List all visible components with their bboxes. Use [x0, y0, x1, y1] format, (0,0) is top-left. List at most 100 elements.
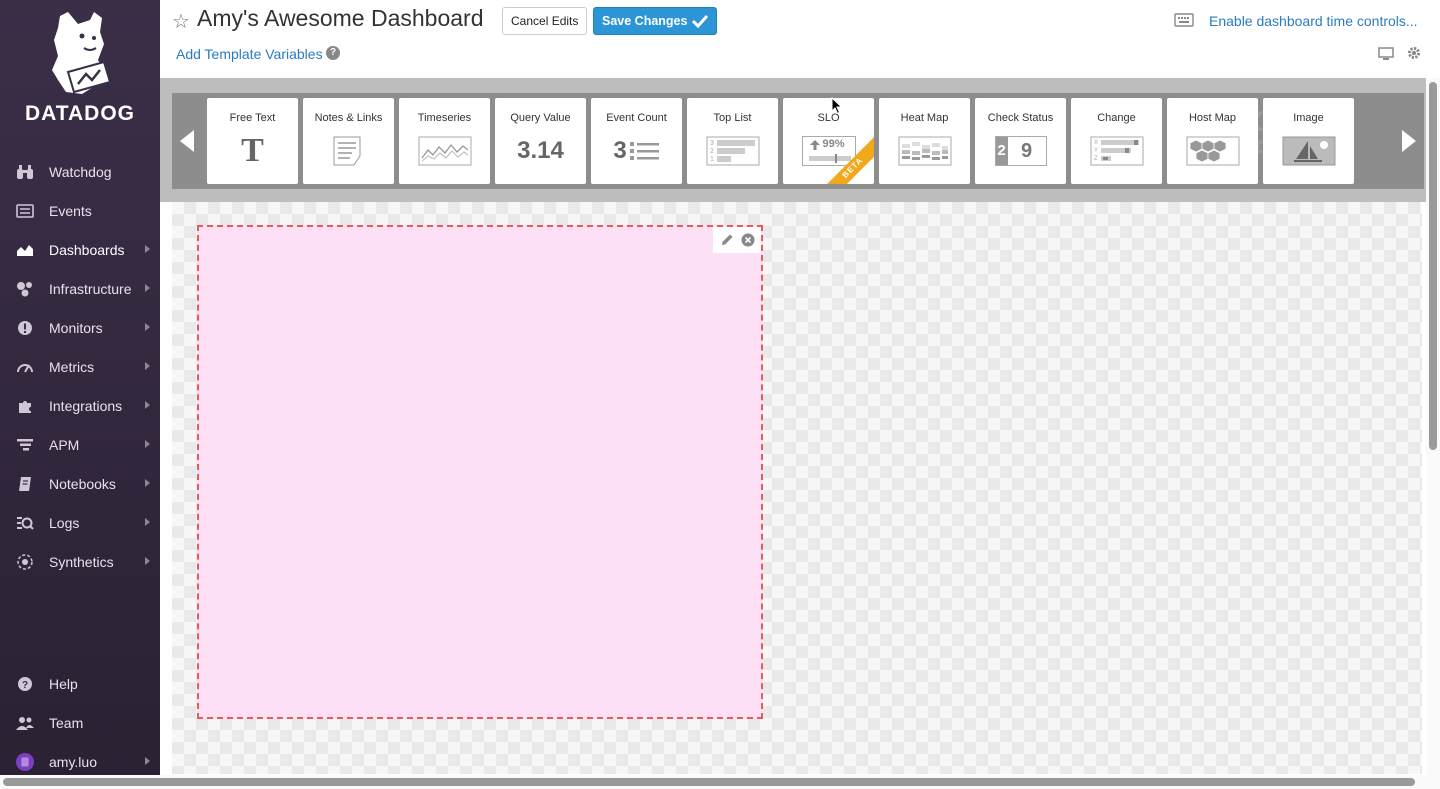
primary-nav: Watchdog Events Dashboards Infrastructur…: [0, 152, 160, 581]
sidebar-item-integrations[interactable]: Integrations: [0, 386, 160, 425]
sidebar-item-label: amy.luo: [49, 753, 97, 770]
datadog-dog-icon: [52, 12, 112, 94]
chevron-right-icon: [145, 757, 150, 765]
events-list-icon: [16, 202, 34, 220]
enable-time-controls-link[interactable]: Enable dashboard time controls...: [1209, 13, 1418, 29]
widget-slo[interactable]: SLO 99% BETA: [783, 98, 874, 184]
datadog-logo[interactable]: DATADOG: [0, 10, 160, 126]
chevron-right-icon: [145, 518, 150, 526]
secondary-nav: ? Help Team amy.luo: [0, 664, 160, 781]
widget-tray: GETSRD Free Text T Notes & Links Timeser…: [172, 93, 1424, 189]
user-avatar-icon: [16, 752, 34, 771]
widget-label: Top List: [713, 112, 752, 124]
keyboard-icon[interactable]: [1174, 13, 1194, 27]
check-status-icon: 2 9: [975, 134, 1066, 168]
tv-mode-icon[interactable]: [1378, 47, 1394, 61]
query-value-icon: 3.14: [495, 134, 586, 168]
chevron-right-icon: [145, 362, 150, 370]
widget-label: Change: [1097, 112, 1136, 124]
sidebar-item-apm[interactable]: APM: [0, 425, 160, 464]
help-icon[interactable]: ?: [326, 46, 340, 60]
widget-event-count[interactable]: Event Count 3: [591, 98, 682, 184]
svg-text:Z: Z: [1094, 156, 1098, 162]
sidebar-item-label: Notebooks: [49, 475, 116, 492]
arrow-right-icon: [1402, 130, 1416, 152]
svg-text:2: 2: [710, 148, 714, 155]
sidebar-item-monitors[interactable]: Monitors: [0, 308, 160, 347]
svg-text:Y: Y: [1094, 148, 1098, 154]
sidebar-item-notebooks[interactable]: Notebooks: [0, 464, 160, 503]
event-count-icon: 3: [591, 134, 682, 168]
sidebar-item-events[interactable]: Events: [0, 191, 160, 230]
vertical-scrollbar-thumb[interactable]: [1429, 82, 1437, 450]
add-template-variables-link[interactable]: Add Template Variables: [176, 46, 323, 62]
change-icon: XYZ: [1071, 134, 1162, 168]
tray-scroll-right-button[interactable]: [1394, 93, 1424, 189]
sidebar-item-metrics[interactable]: Metrics: [0, 347, 160, 386]
widget-label: Query Value: [510, 112, 571, 124]
star-icon[interactable]: ☆: [172, 9, 190, 34]
pencil-icon[interactable]: [720, 233, 734, 247]
widget-image[interactable]: Image: [1263, 98, 1354, 184]
check-status-left-glyph: 2: [995, 137, 1008, 165]
brand-name: DATADOG: [24, 102, 136, 125]
chevron-right-icon: [145, 557, 150, 565]
gauge-icon: [16, 358, 34, 376]
dashboard-header: ☆ Amy's Awesome Dashboard Cancel Edits S…: [160, 0, 1440, 78]
widget-free-text[interactable]: Free Text T: [207, 98, 298, 184]
widget-notes-links[interactable]: Notes & Links: [303, 98, 394, 184]
widget-label: Event Count: [606, 112, 667, 124]
svg-text:X: X: [1094, 140, 1098, 146]
widget-query-value[interactable]: Query Value 3.14: [495, 98, 586, 184]
save-changes-label: Save Changes: [602, 14, 688, 28]
host-map-icon: [1167, 134, 1258, 168]
widget-label: Host Map: [1188, 112, 1237, 124]
widget-host-map[interactable]: Host Map: [1167, 98, 1258, 184]
sidebar-item-label: Logs: [49, 514, 80, 531]
sidebar-item-help[interactable]: ? Help: [0, 664, 160, 703]
widget-change[interactable]: Change XYZ: [1071, 98, 1162, 184]
slo-percent-glyph: 99%: [822, 138, 845, 150]
sidebar-item-label: Integrations: [49, 397, 123, 414]
horizontal-scrollbar-thumb[interactable]: [3, 778, 1415, 786]
chevron-right-icon: [145, 245, 150, 253]
sidebar-item-watchdog[interactable]: Watchdog: [0, 152, 160, 191]
sidebar-item-label: Metrics: [49, 358, 95, 375]
notebook-icon: [16, 475, 34, 493]
checkmark-icon: [692, 14, 709, 28]
widget-drop-placeholder[interactable]: [197, 225, 763, 719]
sidebar-item-label: Synthetics: [49, 553, 114, 570]
widget-top-list[interactable]: Top List 321: [687, 98, 778, 184]
query-value-glyph: 3.14: [517, 137, 564, 164]
gear-icon[interactable]: [1407, 46, 1421, 60]
save-changes-button[interactable]: Save Changes: [593, 7, 718, 35]
apm-bars-icon: [16, 436, 34, 454]
widget-check-status[interactable]: Check Status 2 9: [975, 98, 1066, 184]
free-text-icon: T: [207, 132, 298, 169]
vertical-scrollbar[interactable]: [1426, 78, 1440, 775]
sidebar-item-label: Team: [49, 714, 84, 731]
sidebar-item-dashboards[interactable]: Dashboards: [0, 230, 160, 269]
sidebar-item-synthetics[interactable]: Synthetics: [0, 542, 160, 581]
sidebar-item-label: Help: [49, 675, 78, 692]
sidebar-item-label: Events: [49, 202, 92, 219]
cancel-edits-button[interactable]: Cancel Edits: [502, 7, 588, 35]
chevron-right-icon: [145, 479, 150, 487]
page-title: Amy's Awesome Dashboard: [197, 5, 484, 31]
close-icon[interactable]: [741, 233, 755, 247]
widget-label: Check Status: [987, 112, 1054, 124]
horizontal-scrollbar[interactable]: [0, 775, 1440, 789]
mouse-cursor-icon: [831, 97, 843, 115]
sidebar-item-infrastructure[interactable]: Infrastructure: [0, 269, 160, 308]
sidebar-item-team[interactable]: Team: [0, 703, 160, 742]
check-status-right-glyph: 9: [1020, 139, 1033, 162]
area-chart-icon: [16, 241, 34, 259]
tray-scroll-left-button[interactable]: [172, 93, 202, 189]
sidebar-item-logs[interactable]: Logs: [0, 503, 160, 542]
svg-text:1: 1: [710, 156, 714, 163]
infrastructure-icon: [16, 280, 34, 298]
alert-circle-icon: [16, 319, 34, 337]
widget-timeseries[interactable]: Timeseries: [399, 98, 490, 184]
widget-heat-map[interactable]: Heat Map: [879, 98, 970, 184]
widget-label: Heat Map: [900, 112, 949, 124]
